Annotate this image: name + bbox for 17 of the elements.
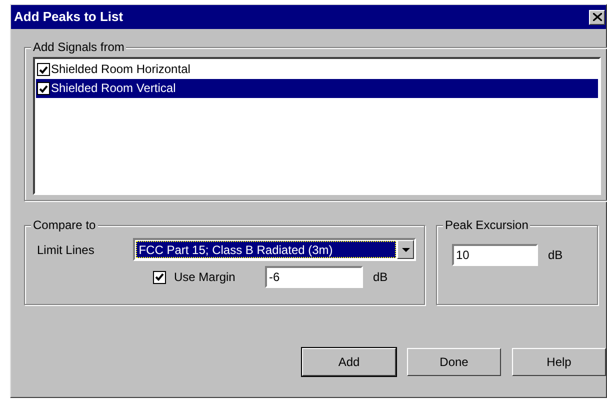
group-label: Add Signals from	[31, 40, 126, 54]
peak-excursion-field[interactable]: 10	[452, 244, 538, 266]
margin-field[interactable]: -6	[265, 266, 363, 288]
dialog-button[interactable]: Done	[407, 348, 501, 376]
window-title: Add Peaks to List	[14, 8, 124, 26]
limit-lines-dropdown[interactable]: FCC Part 15; Class B Radiated (3m)	[132, 238, 416, 261]
unit-label: dB	[373, 269, 388, 286]
list-item[interactable]: Shielded Room Horizontal	[36, 60, 598, 79]
dialog-button[interactable]: Add	[302, 348, 396, 376]
unit-label: dB	[548, 247, 563, 264]
use-margin-label: Use Margin	[174, 269, 236, 286]
group-label: Peak Excursion	[443, 218, 530, 232]
dialog-button[interactable]: Help	[512, 348, 606, 376]
signal-list[interactable]: Shielded Room Horizontal Shielded Room Vertical	[33, 57, 601, 195]
list-item[interactable]: Shielded Room Vertical	[36, 79, 598, 98]
limit-lines-label: Limit Lines	[37, 242, 96, 258]
group-label: Compare to	[31, 218, 98, 232]
